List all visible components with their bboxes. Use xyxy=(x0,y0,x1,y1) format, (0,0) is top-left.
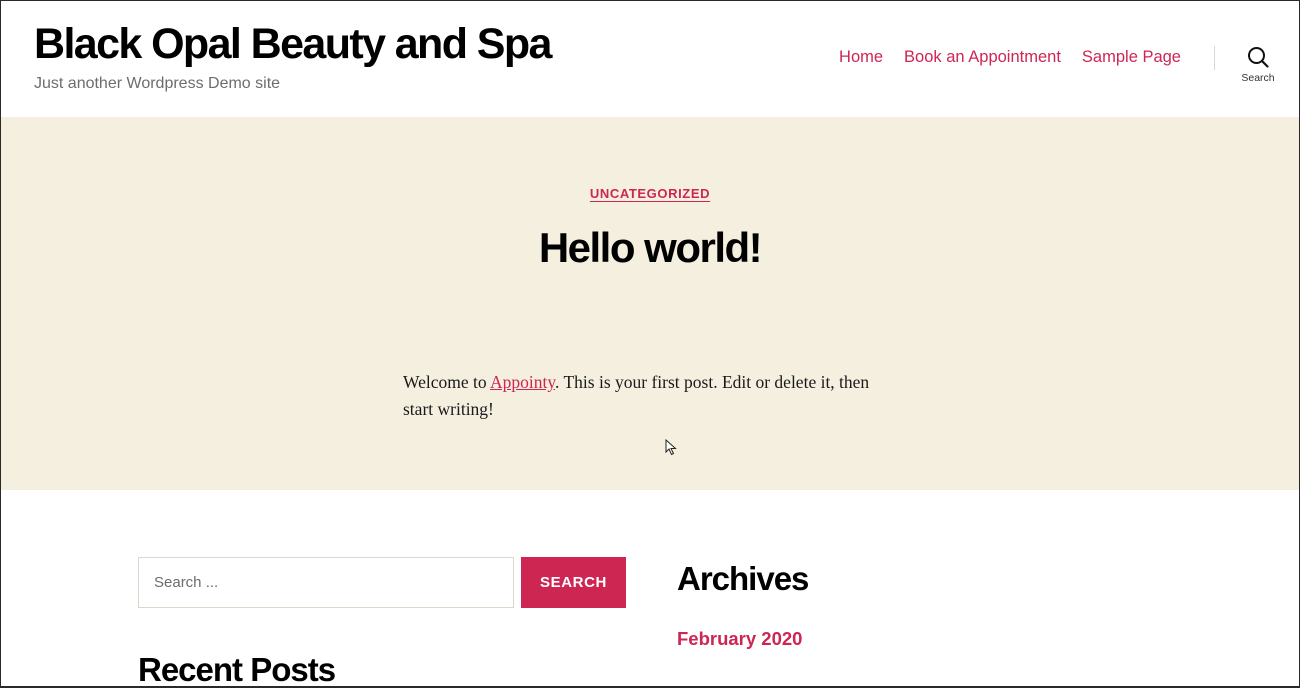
post-header: UNCATEGORIZED Hello world! Welcome to Ap… xyxy=(0,117,1300,490)
category-link-uncategorized[interactable]: UNCATEGORIZED xyxy=(590,186,710,201)
nav-item-sample-page[interactable]: Sample Page xyxy=(1082,48,1181,67)
search-toggle-button[interactable]: Search xyxy=(1234,46,1282,90)
nav-item-book-appointment[interactable]: Book an Appointment xyxy=(904,48,1061,67)
search-icon xyxy=(1248,47,1269,68)
search-toggle-label: Search xyxy=(1241,72,1275,84)
recent-posts-heading: Recent Posts xyxy=(138,651,336,688)
nav-item-home[interactable]: Home xyxy=(839,48,883,67)
appointy-link[interactable]: Appointy xyxy=(490,372,555,392)
post-content-text-start: Welcome to xyxy=(403,372,491,392)
search-submit-button[interactable]: SEARCH xyxy=(521,557,626,608)
nav-divider xyxy=(1214,46,1215,70)
search-input[interactable] xyxy=(138,557,514,608)
archive-link-february-2020[interactable]: February 2020 xyxy=(677,628,802,650)
post-content: Welcome to Appointy. This is your first … xyxy=(403,369,903,423)
mouse-cursor-icon xyxy=(665,439,677,456)
site-header: Black Opal Beauty and Spa Just another W… xyxy=(0,0,1300,117)
site-title[interactable]: Black Opal Beauty and Spa xyxy=(34,20,552,69)
primary-nav: Home Book an Appointment Sample Page xyxy=(839,48,1181,67)
post-category: UNCATEGORIZED xyxy=(0,185,1300,203)
site-description: Just another Wordpress Demo site xyxy=(34,75,281,92)
search-form: SEARCH xyxy=(138,557,626,608)
archives-heading: Archives xyxy=(677,560,809,597)
footer-widgets: SEARCH Recent Posts Archives February 20… xyxy=(0,490,1300,688)
post-title: Hello world! xyxy=(538,224,763,271)
